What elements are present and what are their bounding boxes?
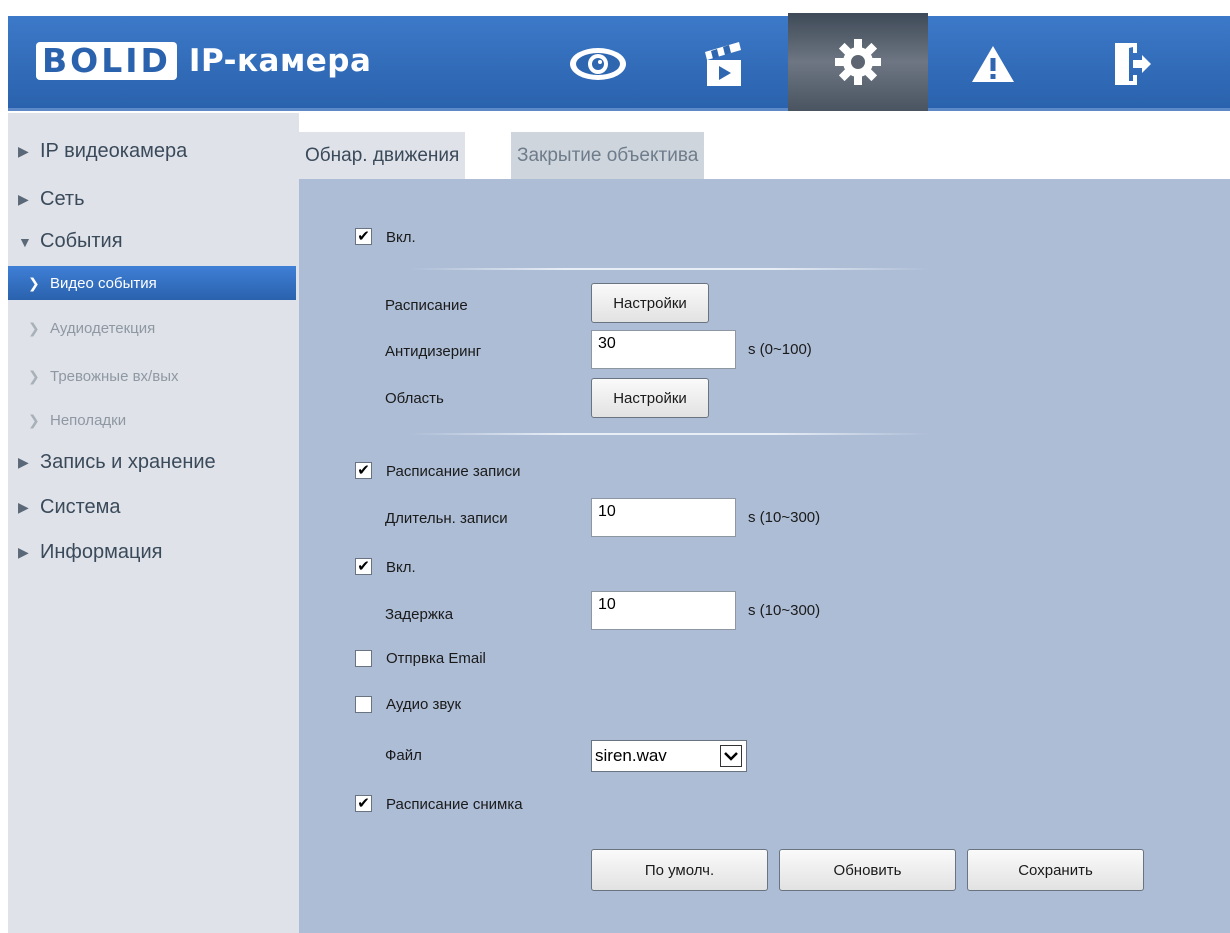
triangle-down-icon: ▼ xyxy=(18,233,32,250)
snapshot-schedule-checkbox[interactable]: ✔ xyxy=(355,795,372,812)
area-settings-button[interactable]: Настройки xyxy=(591,378,709,418)
sidebar-item-events[interactable]: ▼ События xyxy=(18,230,123,253)
relay-enable-checkbox[interactable]: ✔ xyxy=(355,558,372,575)
sidebar-subitem-label: Неполадки xyxy=(50,412,127,429)
antidither-range: s (0~100) xyxy=(748,341,812,358)
sidebar-item-ip-camera[interactable]: ▶ IP видеокамера xyxy=(18,140,187,163)
chevron-right-icon: ❯ xyxy=(28,274,40,291)
sidebar-subitem-malfunctions[interactable]: ❯ Неполадки xyxy=(28,412,126,429)
save-button[interactable]: Сохранить xyxy=(967,849,1144,891)
nav-alarm[interactable] xyxy=(933,16,1053,111)
triangle-right-icon: ▶ xyxy=(18,191,29,207)
triangle-right-icon: ▶ xyxy=(18,454,29,470)
antidither-input[interactable]: 30 xyxy=(591,330,736,369)
chevron-down-icon[interactable] xyxy=(720,745,742,767)
triangle-right-icon: ▶ xyxy=(18,143,29,159)
delay-input[interactable]: 10 xyxy=(591,591,736,630)
warning-icon xyxy=(972,45,1014,82)
area-label: Область xyxy=(385,390,444,407)
divider xyxy=(409,433,929,435)
sidebar-item-label: Запись и хранение xyxy=(40,451,216,473)
record-duration-range: s (10~300) xyxy=(748,509,821,526)
sidebar-item-label: События xyxy=(40,230,123,252)
audio-label: Аудио звук xyxy=(386,696,462,713)
file-select-value: siren.wav xyxy=(595,746,667,765)
nav-logout[interactable] xyxy=(1068,16,1198,111)
antidither-label: Антидизеринг xyxy=(385,343,482,360)
gear-icon xyxy=(835,39,881,85)
sidebar-item-storage[interactable]: ▶ Запись и хранение xyxy=(18,451,216,474)
schedule-settings-button[interactable]: Настройки xyxy=(591,283,709,323)
brand-logo: BOLID xyxy=(36,42,177,80)
enable-checkbox[interactable]: ✔ xyxy=(355,228,372,245)
sidebar-subitem-alarm-io[interactable]: ❯ Тревожные вх/вых xyxy=(28,368,178,385)
app-title: IP-камера xyxy=(188,43,372,79)
chevron-right-icon: ❯ xyxy=(28,412,40,428)
file-select[interactable]: siren.wav xyxy=(591,740,747,772)
divider xyxy=(409,268,929,270)
delay-range: s (10~300) xyxy=(748,602,821,619)
logo: BOLID IP-камера xyxy=(36,42,371,80)
sidebar-subitem-label: Аудиодетекция xyxy=(50,320,156,337)
sidebar-subitem-video-events[interactable]: ❯ Видео события xyxy=(8,266,296,300)
send-email-checkbox[interactable] xyxy=(355,650,372,667)
chevron-right-icon: ❯ xyxy=(28,368,40,384)
sidebar: ▶ IP видеокамера ▶ Сеть ▼ События ❯ Виде… xyxy=(8,113,299,933)
sidebar-item-label: Сеть xyxy=(40,188,85,210)
sidebar-item-system[interactable]: ▶ Система xyxy=(18,496,121,519)
record-schedule-checkbox[interactable]: ✔ xyxy=(355,462,372,479)
logout-icon xyxy=(1115,42,1151,85)
record-duration-label: Длительн. записи xyxy=(385,510,508,527)
file-label: Файл xyxy=(385,747,422,764)
sidebar-item-information[interactable]: ▶ Информация xyxy=(18,541,162,564)
audio-checkbox[interactable] xyxy=(355,696,372,713)
chevron-right-icon: ❯ xyxy=(28,320,40,336)
snapshot-schedule-label: Расписание снимка xyxy=(386,796,523,813)
delay-label: Задержка xyxy=(385,606,454,623)
triangle-right-icon: ▶ xyxy=(18,544,29,560)
eye-icon xyxy=(570,47,626,80)
enable-label: Вкл. xyxy=(386,229,416,246)
refresh-button[interactable]: Обновить xyxy=(779,849,956,891)
relay-enable-label: Вкл. xyxy=(386,559,416,576)
sidebar-subitem-label: Видео события xyxy=(50,274,157,292)
tab-video-tampering[interactable]: Закрытие объектива xyxy=(511,132,705,179)
record-schedule-label: Расписание записи xyxy=(386,463,521,480)
sidebar-item-label: IP видеокамера xyxy=(40,140,188,162)
nav-settings[interactable] xyxy=(788,13,928,111)
nav-live-view[interactable] xyxy=(538,16,658,111)
default-button[interactable]: По умолч. xyxy=(591,849,768,891)
triangle-right-icon: ▶ xyxy=(18,499,29,515)
tab-bar: Обнар. движения Закрытие объектива xyxy=(299,113,1230,179)
clapperboard-icon xyxy=(705,41,741,86)
sidebar-item-label: Система xyxy=(40,496,121,518)
sidebar-subitem-audio-detection[interactable]: ❯ Аудиодетекция xyxy=(28,320,155,337)
top-header: BOLID IP-камера xyxy=(8,13,1230,111)
nav-playback[interactable] xyxy=(663,16,783,111)
brand-logo-text: BOLID xyxy=(42,41,171,80)
settings-panel: ✔ Вкл. Расписание Настройки Антидизеринг… xyxy=(299,179,1230,933)
record-duration-input[interactable]: 10 xyxy=(591,498,736,537)
schedule-label: Расписание xyxy=(385,297,468,314)
sidebar-item-network[interactable]: ▶ Сеть xyxy=(18,188,84,211)
sidebar-subitem-label: Тревожные вх/вых xyxy=(50,368,179,385)
tab-motion-detection[interactable]: Обнар. движения xyxy=(299,132,466,179)
sidebar-item-label: Информация xyxy=(40,541,163,563)
send-email-label: Отпрвка Email xyxy=(386,650,486,667)
